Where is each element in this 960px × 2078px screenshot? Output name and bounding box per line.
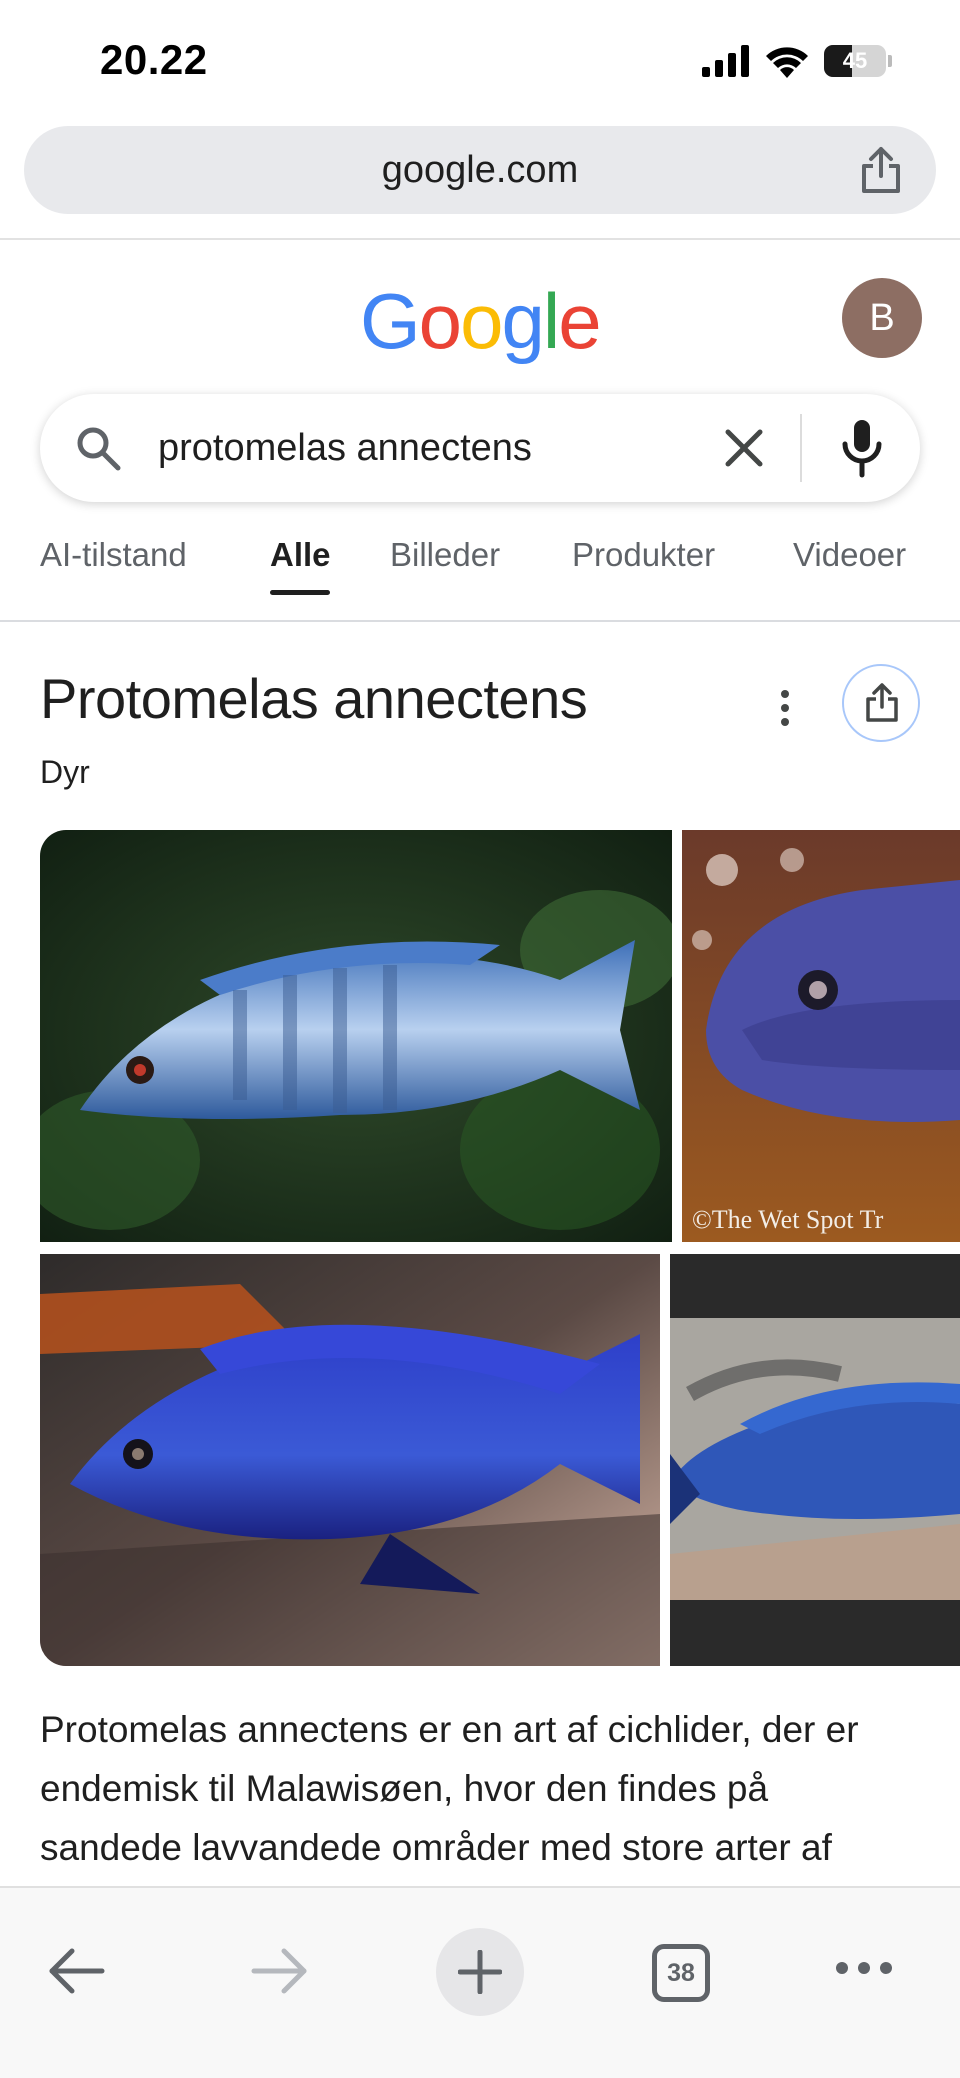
- tab-videos[interactable]: Videoer: [793, 536, 906, 574]
- fish-photo-3: [40, 1254, 660, 1666]
- toolbar-divider: [0, 238, 960, 240]
- address-bar[interactable]: google.com: [24, 126, 936, 214]
- tab-ai-mode[interactable]: AI-tilstand: [40, 536, 187, 574]
- plus-icon: [458, 1950, 502, 1994]
- google-logo-letter: l: [542, 277, 560, 365]
- status-bar: 20.22 45: [0, 0, 960, 120]
- google-logo[interactable]: Google: [360, 276, 602, 367]
- avatar[interactable]: B: [842, 278, 922, 358]
- more-horizontal-icon[interactable]: [834, 1958, 894, 1978]
- new-tab-button[interactable]: [436, 1928, 524, 2016]
- tab-images[interactable]: Billeder: [390, 536, 500, 574]
- knowledge-panel-share-button[interactable]: [842, 664, 920, 742]
- tabs-divider: [0, 620, 960, 622]
- google-logo-letter: g: [501, 277, 544, 365]
- status-time: 20.22: [100, 36, 208, 83]
- fish-photo-4: [670, 1254, 960, 1666]
- search-box[interactable]: [40, 394, 920, 502]
- battery-icon: 45: [824, 45, 886, 77]
- arrow-forward-icon[interactable]: [248, 1940, 310, 2002]
- google-logo-letter: G: [360, 277, 421, 365]
- more-vertical-icon[interactable]: [772, 688, 798, 728]
- cellular-signal-icon: [702, 45, 749, 77]
- knowledge-panel-title: Protomelas annectens: [40, 667, 588, 730]
- google-logo-letter: o: [418, 277, 462, 365]
- browser-toolbar: 38: [0, 1886, 960, 2078]
- battery-level: 45: [842, 48, 868, 73]
- search-tabs: AI-tilstand Alle Billeder Produkter Vide…: [0, 530, 960, 620]
- tab-all[interactable]: Alle: [270, 536, 331, 574]
- fish-image-3[interactable]: [40, 1254, 660, 1666]
- knowledge-panel-description: Protomelas annectens er en art af cichli…: [40, 1709, 859, 1868]
- tab-switcher-button[interactable]: 38: [652, 1944, 710, 2002]
- share-icon[interactable]: [858, 146, 904, 194]
- url-text[interactable]: google.com: [24, 126, 936, 214]
- google-logo-letter: e: [558, 277, 601, 365]
- fish-image-4[interactable]: [670, 1254, 960, 1666]
- share-icon: [866, 683, 898, 722]
- search-separator: [800, 414, 802, 482]
- microphone-icon[interactable]: [838, 418, 886, 478]
- tab-products[interactable]: Produkter: [572, 536, 715, 574]
- battery-cap: [888, 55, 892, 67]
- close-icon[interactable]: [718, 422, 770, 474]
- knowledge-panel-subtitle: Dyr: [40, 754, 90, 790]
- search-input[interactable]: [158, 394, 718, 502]
- wifi-icon: [766, 47, 808, 78]
- search-icon[interactable]: [74, 424, 122, 472]
- fish-image-1[interactable]: [40, 830, 672, 1242]
- status-icons: 45: [702, 44, 892, 78]
- google-logo-letter: o: [460, 277, 503, 365]
- fish-photo-2: ©The Wet Spot Tr: [682, 830, 960, 1242]
- fish-photo-1: [40, 830, 672, 1242]
- image-watermark: ©The Wet Spot Tr: [692, 1205, 884, 1234]
- fish-image-2[interactable]: ©The Wet Spot Tr: [682, 830, 960, 1242]
- active-tab-indicator: [270, 590, 330, 595]
- arrow-back-icon[interactable]: [46, 1940, 108, 2002]
